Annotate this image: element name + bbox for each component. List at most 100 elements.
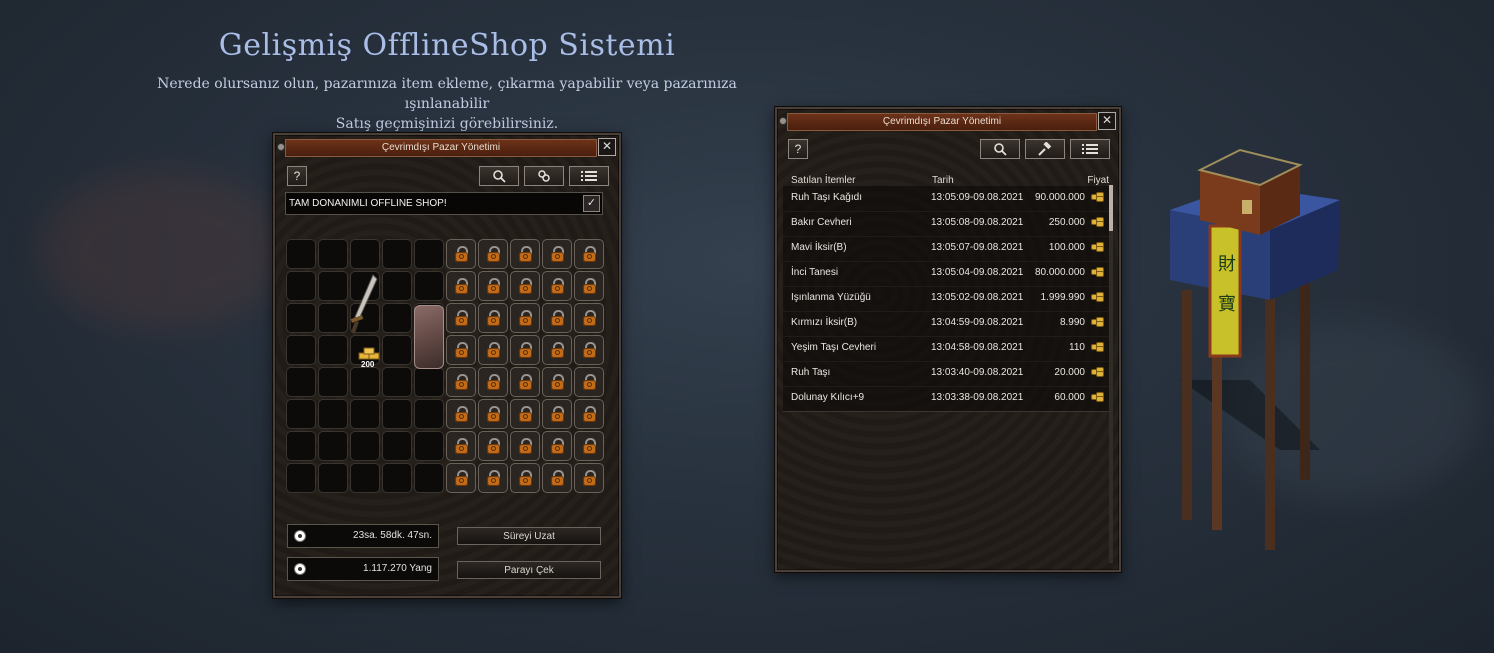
item-slot[interactable] [318,367,348,397]
locked-slot[interactable] [542,399,572,429]
locked-slot[interactable] [446,303,476,333]
locked-slot[interactable] [478,399,508,429]
locked-slot[interactable] [478,239,508,269]
item-slot[interactable] [382,431,412,461]
item-slot[interactable] [350,463,380,493]
sales-history-row[interactable]: Yeşim Taşı Cevheri 13:04:58-09.08.2021 110 [783,336,1109,362]
item-slot[interactable] [318,335,348,365]
gold-bars-item[interactable]: 200 [357,345,383,369]
history-scrollbar[interactable] [1109,185,1113,563]
locked-slot[interactable] [542,303,572,333]
locked-slot[interactable] [510,463,540,493]
item-slot[interactable] [318,303,348,333]
locked-slot[interactable] [478,303,508,333]
locked-slot[interactable] [510,239,540,269]
sales-history-row[interactable]: Kırmızı İksir(B) 13:04:59-09.08.2021 8.990 [783,311,1109,337]
locked-slot[interactable] [446,463,476,493]
locked-slot[interactable] [446,335,476,365]
item-slot[interactable] [382,367,412,397]
item-slot[interactable] [286,335,316,365]
locked-slot[interactable] [574,271,604,301]
item-slot[interactable] [414,399,444,429]
locked-slot[interactable] [542,431,572,461]
item-slot[interactable] [318,239,348,269]
scrollbar-thumb[interactable] [1109,185,1113,231]
locked-slot[interactable] [478,463,508,493]
help-button[interactable]: ? [788,139,808,159]
sales-history-row[interactable]: Bakır Cevheri 13:05:08-09.08.2021 250.000 [783,211,1109,237]
locked-slot[interactable] [574,303,604,333]
list-button[interactable] [1070,139,1110,159]
item-slot[interactable] [318,399,348,429]
sword-item[interactable] [347,273,381,335]
item-slot[interactable] [286,271,316,301]
locked-slot[interactable] [542,463,572,493]
shop-name-field[interactable]: TAM DONANIMLI OFFLINE SHOP! ✓ [285,192,603,215]
item-slot[interactable] [382,303,412,333]
search-button[interactable] [980,139,1020,159]
locked-slot[interactable] [510,335,540,365]
item-slot[interactable] [382,463,412,493]
item-slot[interactable] [318,271,348,301]
item-slot[interactable] [382,335,412,365]
locked-slot[interactable] [574,367,604,397]
extend-time-button[interactable]: Süreyi Uzat [457,527,601,545]
item-slot[interactable] [286,367,316,397]
item-slot[interactable] [350,239,380,269]
item-slot[interactable] [286,431,316,461]
sales-history-row[interactable]: Ruh Taşı 13:03:40-09.08.2021 20.000 [783,361,1109,387]
withdraw-money-button[interactable]: Parayı Çek [457,561,601,579]
locked-slot[interactable] [510,303,540,333]
sales-history-row[interactable]: Ruh Taşı Kağıdı 13:05:09-09.08.2021 90.000… [783,186,1109,212]
list-button[interactable] [569,166,609,186]
item-slot[interactable] [382,271,412,301]
locked-slot[interactable] [574,335,604,365]
search-button[interactable] [479,166,519,186]
help-button[interactable]: ? [287,166,307,186]
locked-slot[interactable] [510,399,540,429]
item-slot[interactable] [382,399,412,429]
locked-slot[interactable] [478,335,508,365]
locked-slot[interactable] [510,431,540,461]
item-slot[interactable] [318,431,348,461]
item-slot[interactable] [382,239,412,269]
locked-slot[interactable] [542,239,572,269]
locked-slot[interactable] [542,335,572,365]
locked-slot[interactable] [574,239,604,269]
locked-slot[interactable] [478,271,508,301]
item-slot[interactable] [414,239,444,269]
locked-slot[interactable] [446,431,476,461]
item-slot[interactable] [286,463,316,493]
locked-slot[interactable] [542,367,572,397]
locked-slot[interactable] [574,463,604,493]
locked-slot[interactable] [446,399,476,429]
item-slot[interactable] [414,367,444,397]
item-slot[interactable] [350,367,380,397]
item-slot[interactable] [286,303,316,333]
locked-slot[interactable] [510,271,540,301]
locked-slot[interactable] [574,399,604,429]
locked-slot[interactable] [542,271,572,301]
locked-slot[interactable] [510,367,540,397]
sales-history-row[interactable]: Işınlanma Yüzüğü 13:05:02-09.08.2021 1.999… [783,286,1109,312]
locked-slot[interactable] [478,431,508,461]
locked-slot[interactable] [574,431,604,461]
confirm-checkbox[interactable]: ✓ [583,195,600,212]
item-slot[interactable] [318,463,348,493]
sales-history-row[interactable]: Dolunay Kılıcı+9 13:03:38-09.08.2021 60.00… [783,386,1109,412]
item-slot[interactable] [350,431,380,461]
close-button[interactable]: ✕ [598,138,616,156]
item-slot[interactable] [350,399,380,429]
armor-item[interactable] [414,305,444,369]
locked-slot[interactable] [446,271,476,301]
locked-slot[interactable] [446,239,476,269]
sales-history-row[interactable]: İnci Tanesi 13:05:04-09.08.2021 80.000.000 [783,261,1109,287]
locked-slot[interactable] [446,367,476,397]
hammer-button[interactable] [1025,139,1065,159]
item-slot[interactable] [286,239,316,269]
locked-slot[interactable] [478,367,508,397]
close-button[interactable]: ✕ [1098,112,1116,130]
link-button[interactable] [524,166,564,186]
item-slot[interactable] [414,271,444,301]
item-slot[interactable] [286,399,316,429]
